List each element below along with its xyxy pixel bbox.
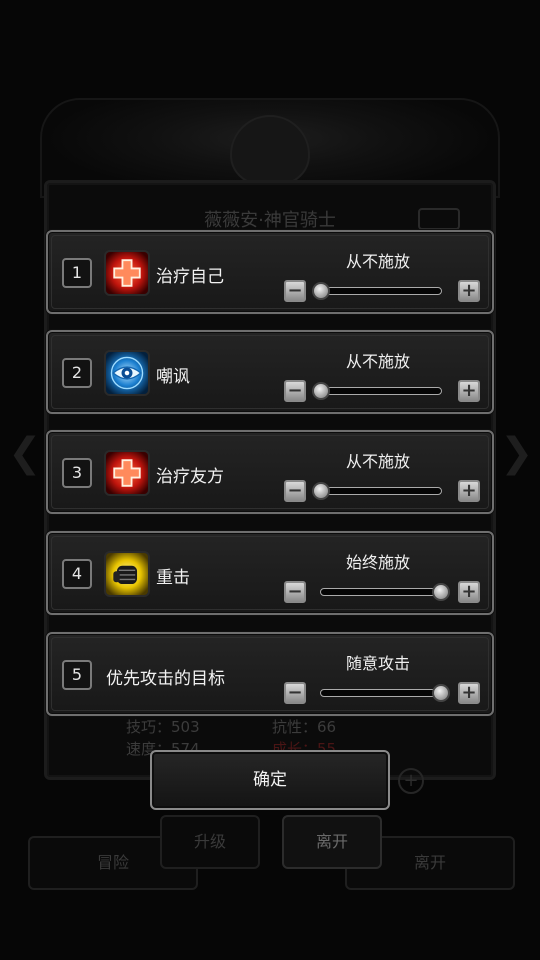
stat-resist: 抗性：66 (272, 718, 337, 736)
slider-knob[interactable] (312, 382, 330, 400)
upgrade-button: 升级 (160, 815, 260, 869)
skill-name: 优先攻击的目标 (106, 669, 225, 689)
target-mode-slider[interactable] (320, 684, 450, 702)
cast-mode-label: 从不施放 (345, 452, 410, 471)
stat-skill: 技巧：503 (126, 718, 200, 736)
cast-mode-label: 始终施放 (345, 553, 410, 572)
title-badge (418, 208, 460, 230)
slider-knob[interactable] (432, 684, 450, 702)
decrease-button[interactable]: − (284, 480, 306, 502)
skill-name: 重击 (156, 568, 190, 588)
next-arrow-icon: ❯ (500, 430, 534, 476)
decrease-button[interactable]: − (284, 581, 306, 603)
skill-number: 4 (62, 559, 92, 589)
decrease-button[interactable]: − (284, 380, 306, 402)
decrease-button[interactable]: − (284, 280, 306, 302)
increase-button[interactable]: + (458, 280, 480, 302)
increase-button[interactable]: + (458, 380, 480, 402)
skill-name: 治疗友方 (156, 467, 224, 487)
skill-number: 3 (62, 458, 92, 488)
slider-knob[interactable] (432, 583, 450, 601)
cast-mode-slider[interactable] (320, 583, 450, 601)
skill-name: 嘲讽 (156, 367, 190, 387)
target-priority-row: 5 优先攻击的目标 随意攻击 − + (46, 632, 494, 716)
heal-cross-icon (104, 250, 150, 296)
fist-strike-icon (104, 551, 150, 597)
cast-mode-slider[interactable] (312, 482, 442, 500)
cast-mode-slider[interactable] (312, 382, 442, 400)
heal-cross-icon (104, 450, 150, 496)
leave-button: 离开 (282, 815, 382, 869)
increase-button[interactable]: + (458, 480, 480, 502)
slider-knob[interactable] (312, 282, 330, 300)
decrease-button[interactable]: − (284, 682, 306, 704)
cast-mode-label: 从不施放 (345, 252, 410, 271)
cast-mode-slider[interactable] (312, 282, 442, 300)
skill-row: 3 治疗友方 从不施放 − + (46, 430, 494, 514)
increase-button[interactable]: + (458, 682, 480, 704)
confirm-button[interactable]: 确定 (150, 750, 390, 810)
eye-taunt-icon (104, 350, 150, 396)
skill-row: 2 嘲讽 从不施放 − + (46, 330, 494, 414)
skill-row: 4 重击 始终施放 − + (46, 531, 494, 615)
skill-number: 1 (62, 258, 92, 288)
skill-row: 1 治疗自己 从不施放 − + (46, 230, 494, 314)
add-stat-icon: + (398, 768, 424, 794)
cast-mode-label: 从不施放 (345, 352, 410, 371)
cast-mode-label: 随意攻击 (345, 654, 410, 673)
prev-arrow-icon: ❮ (8, 430, 42, 476)
skill-number: 5 (62, 660, 92, 690)
skill-number: 2 (62, 358, 92, 388)
slider-knob[interactable] (312, 482, 330, 500)
increase-button[interactable]: + (458, 581, 480, 603)
skull-ornament (230, 115, 310, 185)
skill-name: 治疗自己 (156, 267, 224, 287)
